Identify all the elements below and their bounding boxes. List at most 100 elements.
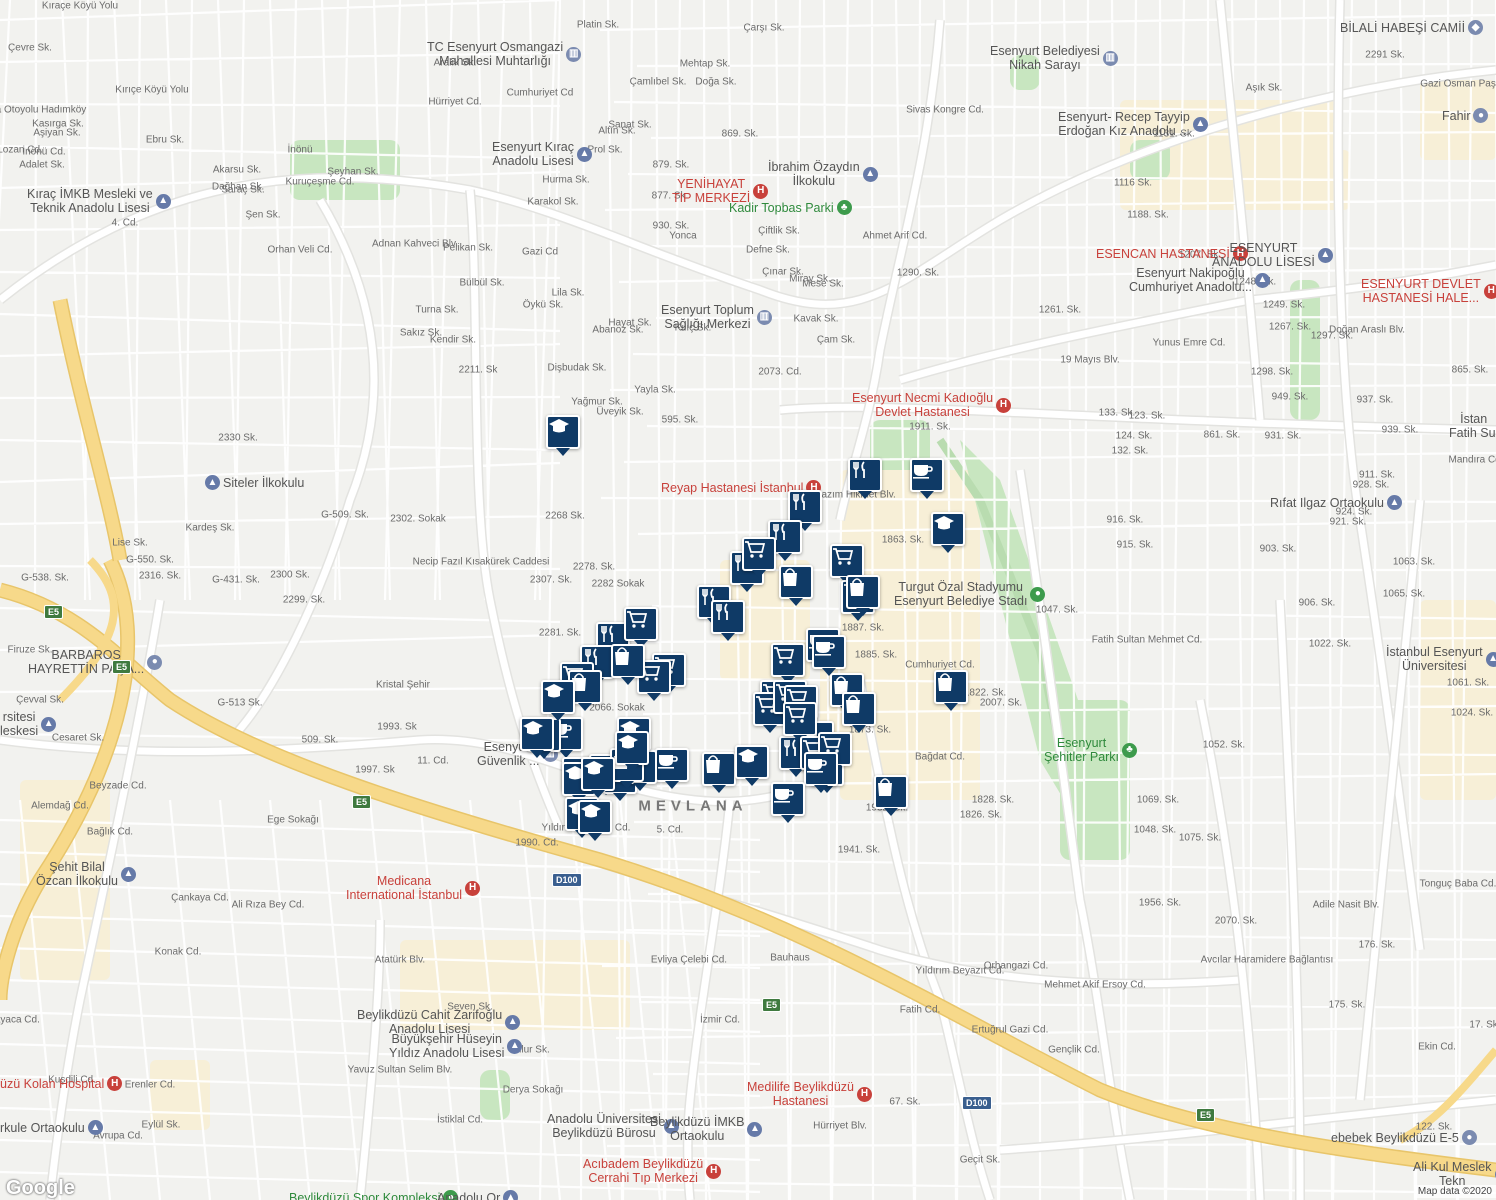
school-icon	[549, 419, 569, 433]
school-marker[interactable]	[520, 717, 554, 751]
poi-name: ESENYURT ANADOLU LİSESİ	[1212, 241, 1315, 269]
poi-school[interactable]: rsitesi leskesi ▲	[0, 710, 57, 738]
school-marker[interactable]	[615, 731, 649, 765]
cafe-marker[interactable]	[812, 635, 846, 669]
grocery-marker[interactable]	[783, 702, 817, 736]
poi-school[interactable]: Büyükşehir Hüseyin Yıldız Anadolu Lisesi…	[389, 1032, 523, 1060]
poi-school[interactable]: İbrahim Özaydın İlkokulu ▲	[768, 160, 878, 188]
poi-school[interactable]: Şehit Bilal Özcan İlkokulu ▲	[36, 860, 136, 888]
cafe-marker[interactable]	[910, 458, 944, 492]
shopping-marker[interactable]	[842, 692, 876, 726]
grocery-icon	[774, 647, 795, 664]
restaurant-icon	[793, 493, 805, 510]
shopping-marker[interactable]	[779, 565, 813, 599]
cafe-marker[interactable]	[804, 752, 838, 786]
school-marker[interactable]	[541, 680, 575, 714]
poi-stadium[interactable]: Turgut Özal Stadyumu Esenyurt Belediye S…	[894, 580, 1046, 608]
poi-hospital[interactable]: ESENYURT DEVLET HASTANESİ HALE... H	[1361, 277, 1496, 305]
poi-gov[interactable]: TC Esenyurt Osmangazi Mahallesi Muhtarlı…	[427, 40, 582, 68]
poi-school[interactable]: Esenyurt- Recep Tayyip Erdoğan Kız Anado…	[1058, 110, 1208, 138]
map-canvas[interactable]: Kıraçe Köyü YoluAvrupa Otoyolu HadımköyÇ…	[0, 0, 1496, 1200]
school-icon: ▲	[503, 1190, 519, 1200]
grocery-marker[interactable]	[771, 643, 805, 677]
school-icon: ▲	[507, 1038, 523, 1054]
poi-school[interactable]: Beylikdüzü İMKB Ortaokulu ▲	[650, 1115, 763, 1143]
shopping-marker[interactable]	[934, 670, 968, 704]
restaurant-marker[interactable]	[788, 490, 822, 524]
poi-gov[interactable]: ebebek Beylikdüzü E-5 ●	[1331, 1130, 1477, 1145]
poi-name: Esenyurt Necmi Kadıoğlu Devlet Hastanesi	[852, 391, 994, 419]
poi-name: ebebek Beylikdüzü E-5	[1331, 1130, 1459, 1145]
poi-name: Fahir	[1442, 108, 1471, 123]
shopping-icon	[878, 778, 892, 796]
shopping-marker[interactable]	[611, 644, 645, 678]
grocery-marker[interactable]	[742, 537, 776, 571]
poi-hospital[interactable]: Medicana International İstanbul H	[346, 874, 481, 902]
road-shield: E5	[112, 660, 132, 674]
school-marker[interactable]	[931, 512, 965, 546]
poi-school[interactable]: Rıfat Ilgaz Ortaokulu ▲	[1270, 495, 1402, 510]
shopping-icon	[615, 647, 629, 665]
poi-gov[interactable]: Fahir ●	[1442, 108, 1489, 123]
poi-school[interactable]: ESENYURT ANADOLU LİSESİ ▲	[1212, 241, 1333, 269]
school-icon: ▲	[1255, 272, 1270, 288]
road-shield: D100	[962, 1096, 992, 1110]
restaurant-icon	[853, 461, 865, 478]
poi-gov[interactable]: Esenyurt Toplum Sağlığı Merkezi ▥	[661, 303, 772, 331]
school-icon: ▲	[120, 866, 136, 882]
school-marker[interactable]	[546, 415, 580, 449]
poi-gov[interactable]: BİLALİ HABEŞİ CAMİİ ◆	[1340, 20, 1484, 35]
government-icon: ▥	[756, 309, 772, 325]
cafe-marker[interactable]	[655, 748, 689, 782]
poi-hospital[interactable]: Medilife Beylikdüzü Hastanesi H	[747, 1080, 872, 1108]
school-icon: ▲	[1386, 495, 1402, 510]
poi-school[interactable]: Esenyurt Nakipoğlu Cumhuriyet Anadolu...…	[1129, 266, 1270, 294]
poi-park[interactable]: Beylikdüzü Spor Kompleksi ●	[289, 1190, 459, 1200]
grocery-marker[interactable]	[830, 544, 864, 578]
shopping-marker[interactable]	[702, 752, 736, 786]
stadium-icon: ●	[1030, 586, 1046, 602]
school-icon	[581, 804, 601, 818]
school-icon	[934, 516, 954, 530]
poi-school[interactable]: İstan Fatih Sul▲	[1449, 412, 1496, 440]
poi-hospital[interactable]: Esenyurt Necmi Kadıoğlu Devlet Hastanesi…	[852, 391, 1012, 419]
cafe-marker[interactable]	[771, 782, 805, 816]
school-marker[interactable]	[735, 745, 769, 779]
restaurant-icon	[601, 625, 613, 642]
poi-school[interactable]: Esenyurt Kıraç Anadolu Lisesi ▲	[492, 140, 592, 168]
school-marker[interactable]	[581, 757, 615, 791]
poi-school[interactable]: Ali Kul Meslek Tekn▲	[1413, 1160, 1496, 1188]
school-icon: ▲	[1317, 247, 1333, 263]
poi-name: Medicana International İstanbul	[346, 874, 463, 902]
poi-school[interactable]: ▲ Siteler İlkokulu	[205, 475, 304, 490]
restaurant-icon	[716, 603, 728, 620]
poi-school[interactable]: Kıraç İMKB Mesleki ve Teknik Anadolu Lis…	[27, 187, 171, 215]
school-icon: ▲	[576, 146, 592, 162]
shopping-marker[interactable]	[874, 775, 908, 809]
poi-school[interactable]: rkule Ortaokulu ▲	[0, 1120, 103, 1135]
poi-name: Kadir Topbas Parki	[729, 200, 834, 215]
shopping-marker[interactable]	[846, 575, 880, 609]
school-icon	[523, 721, 543, 735]
poi-name: rsitesi leskesi	[0, 710, 39, 738]
school-icon: ▲	[155, 193, 171, 209]
poi-school[interactable]: Anadolu Or ▲	[437, 1190, 519, 1200]
google-logo[interactable]: Google	[6, 1177, 75, 1200]
poi-gov[interactable]: BARBAROS HAYRETTİN PAŞA...●	[28, 648, 163, 676]
grocery-marker[interactable]	[624, 607, 658, 641]
restaurant-marker[interactable]	[711, 600, 745, 634]
poi-gov[interactable]: Esenyurt Belediyesi Nikah Sarayı ▥	[990, 44, 1118, 72]
shopping-icon	[783, 568, 797, 586]
poi-name: Kıraç İMKB Mesleki ve Teknik Anadolu Lis…	[27, 187, 153, 215]
poi-park[interactable]: Kadir Topbas Parki ♣	[729, 200, 852, 215]
poi-hospital[interactable]: üzü Kolan Hospital H	[0, 1076, 123, 1091]
restaurant-marker[interactable]	[848, 458, 882, 492]
school-marker[interactable]	[578, 800, 612, 834]
poi-park[interactable]: Esenyurt Şehitler Parkı ♣	[1044, 736, 1138, 764]
map-attribution[interactable]: Map data ©2020	[1413, 1185, 1496, 1198]
hospital-icon: H	[996, 397, 1012, 413]
poi-hospital[interactable]: Acıbadem Beylikdüzü Cerrahi Tıp Merkezi H	[583, 1157, 722, 1185]
hospital-icon: H	[753, 183, 769, 199]
poi-school[interactable]: İstanbul Esenyurt Üniversitesi ▲	[1386, 645, 1496, 673]
road-shield: D100	[552, 873, 582, 887]
